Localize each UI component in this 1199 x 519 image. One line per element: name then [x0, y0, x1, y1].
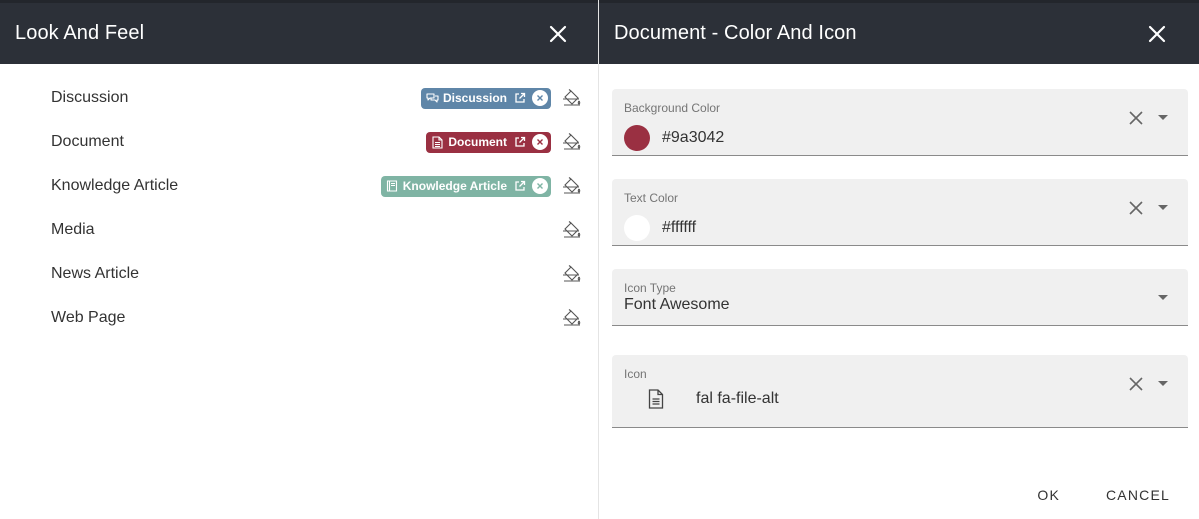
icon-field[interactable]: Icon fal fa-file-alt — [612, 355, 1188, 428]
document-chip[interactable]: Document — [426, 131, 551, 153]
background-color-swatch[interactable] — [624, 125, 650, 151]
icon-type-dropdown[interactable] — [1155, 290, 1171, 306]
remove-chip-icon[interactable] — [532, 90, 548, 106]
list-item-media[interactable]: Media — [0, 208, 598, 252]
background-color-field[interactable]: Background Color #9a3042 — [612, 89, 1188, 156]
list-item-news-article[interactable]: News Article — [0, 252, 598, 296]
book-icon — [386, 180, 399, 193]
chip-label: Document — [448, 135, 507, 149]
chevron-down-icon — [1158, 115, 1168, 120]
chevron-down-icon — [1158, 381, 1168, 386]
text-color-field[interactable]: Text Color #ffffff — [612, 179, 1188, 246]
list-item-web-page[interactable]: Web Page — [0, 296, 598, 340]
file-alt-icon — [431, 135, 444, 149]
type-label: News Article — [51, 265, 140, 282]
left-panel-title: Look And Feel — [15, 22, 145, 44]
content-type-list: Discussion Discussion Document Document … — [0, 76, 598, 340]
icon-value[interactable]: fal fa-file-alt — [696, 390, 779, 408]
type-label: Media — [51, 221, 95, 238]
remove-chip-icon[interactable] — [532, 134, 548, 150]
clear-icon-button[interactable] — [1126, 374, 1146, 394]
comments-icon — [426, 92, 439, 105]
type-label: Knowledge Article — [51, 177, 179, 194]
type-label: Web Page — [51, 309, 126, 326]
icon-type-field[interactable]: Icon Type Font Awesome — [612, 269, 1188, 326]
paint-bucket-icon[interactable] — [561, 175, 583, 197]
background-color-label: Background Color — [624, 101, 721, 115]
list-item-document[interactable]: Document Document — [0, 120, 598, 164]
close-icon — [1148, 25, 1166, 42]
list-item-knowledge-article[interactable]: Knowledge Article Knowledge Article — [0, 164, 598, 208]
list-item-discussion[interactable]: Discussion Discussion — [0, 76, 598, 120]
paint-bucket-icon[interactable] — [561, 219, 583, 241]
right-close-button[interactable] — [1145, 22, 1169, 46]
paint-bucket-icon[interactable] — [561, 263, 583, 285]
external-link-icon[interactable] — [513, 136, 526, 149]
left-close-button[interactable] — [546, 22, 570, 46]
right-panel-title: Document - Color And Icon — [614, 22, 857, 44]
clear-background-color-button[interactable] — [1126, 108, 1146, 128]
remove-chip-icon[interactable] — [532, 178, 548, 194]
discussion-chip[interactable]: Discussion — [420, 87, 551, 109]
paint-bucket-icon[interactable] — [561, 307, 583, 329]
clear-text-color-button[interactable] — [1126, 198, 1146, 218]
paint-bucket-icon[interactable] — [561, 87, 583, 109]
ok-button[interactable]: OK — [1025, 487, 1072, 503]
icon-type-value[interactable]: Font Awesome — [624, 296, 730, 314]
left-header: Look And Feel — [0, 0, 598, 64]
close-icon — [1129, 201, 1143, 215]
text-color-swatch[interactable] — [624, 215, 650, 241]
external-link-icon[interactable] — [513, 180, 526, 193]
icon-dropdown[interactable] — [1155, 376, 1171, 392]
chip-label: Knowledge Article — [402, 179, 507, 193]
icon-type-label: Icon Type — [624, 281, 676, 295]
app-root: Look And Feel Discussion Discussion Docu… — [0, 0, 1199, 519]
background-color-value[interactable]: #9a3042 — [662, 129, 724, 147]
paint-bucket-icon[interactable] — [561, 131, 583, 153]
knowledge-article-chip[interactable]: Knowledge Article — [380, 175, 551, 197]
right-header: Document - Color And Icon — [599, 0, 1199, 64]
external-link-icon[interactable] — [513, 92, 526, 105]
chip-label: Discussion — [442, 91, 507, 105]
cancel-button[interactable]: CANCEL — [1094, 487, 1182, 503]
text-color-dropdown[interactable] — [1155, 200, 1171, 216]
text-color-value[interactable]: #ffffff — [662, 219, 696, 237]
type-label: Document — [51, 133, 124, 150]
file-alt-icon — [648, 389, 664, 414]
color-and-icon-panel: Document - Color And Icon Background Col… — [598, 0, 1199, 519]
close-icon — [1129, 377, 1143, 391]
type-label: Discussion — [51, 89, 129, 106]
text-color-label: Text Color — [624, 191, 679, 205]
dialog-actions: OK CANCEL — [1025, 487, 1182, 503]
look-and-feel-panel: Look And Feel Discussion Discussion Docu… — [0, 0, 598, 519]
icon-label: Icon — [624, 367, 647, 381]
chevron-down-icon — [1158, 205, 1168, 210]
close-icon — [1129, 111, 1143, 125]
close-icon — [549, 25, 567, 42]
background-color-dropdown[interactable] — [1155, 110, 1171, 126]
chevron-down-icon — [1158, 295, 1168, 300]
